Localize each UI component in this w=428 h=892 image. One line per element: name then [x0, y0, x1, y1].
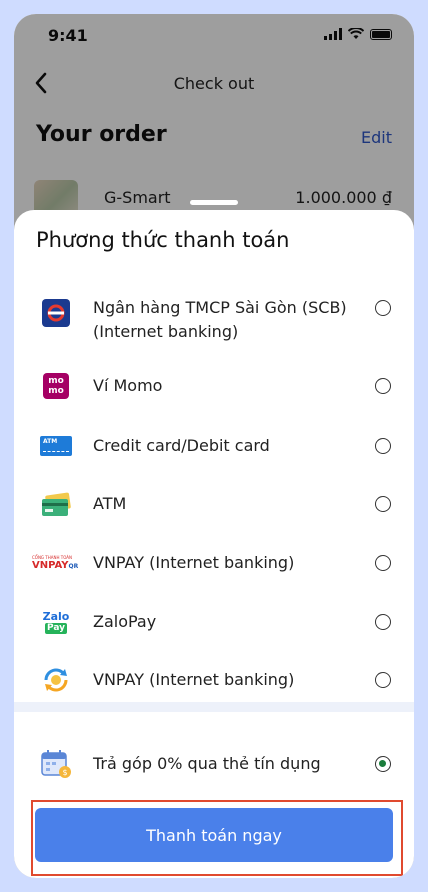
pay-now-button[interactable]: Thanh toán ngay — [35, 808, 393, 862]
payment-option-atm[interactable]: ATM — [14, 492, 414, 544]
section-divider — [14, 702, 414, 712]
payment-option-label: VNPAY (Internet banking) — [93, 670, 295, 689]
vnpay-icon: CỔNG THANH TOÁN VNPAYQR — [32, 545, 80, 581]
payment-option-vnpay-2[interactable]: VNPAY (Internet banking) — [14, 668, 414, 720]
svg-text:$: $ — [62, 768, 67, 777]
sheet-drag-handle[interactable] — [190, 200, 238, 205]
phone-screen: 9:41 Check out Your order Edit G-Smart 1… — [14, 14, 414, 878]
payment-option-label: ZaloPay — [93, 612, 157, 631]
payment-option-label: Ví Momo — [93, 376, 163, 395]
payment-option-radio[interactable] — [375, 496, 391, 512]
installment-option[interactable]: $ Trả góp 0% qua thẻ tín dụng — [14, 750, 414, 804]
payment-option-label: ATM — [93, 494, 127, 513]
zalopay-logo-top: Zalo — [42, 609, 70, 623]
payment-option-scb[interactable]: Ngân hàng TMCP Sài Gòn (SCB) (Internet b… — [14, 296, 414, 348]
installment-label: Trả góp 0% qua thẻ tín dụng — [93, 754, 321, 773]
installment-radio-selected[interactable] — [375, 756, 391, 772]
payment-option-radio[interactable] — [375, 614, 391, 630]
momo-icon: mo mo — [38, 368, 74, 404]
payment-option-radio[interactable] — [375, 378, 391, 394]
payment-option-credit-card[interactable]: ATM Credit card/Debit card — [14, 434, 414, 486]
payment-option-momo[interactable]: mo mo Ví Momo — [14, 373, 414, 426]
sheet-title: Phương thức thanh toán — [36, 228, 290, 252]
atm-card-icon — [38, 487, 74, 523]
credit-card-icon: ATM — [38, 428, 74, 464]
payment-option-vnpay[interactable]: CỔNG THANH TOÁN VNPAYQR VNPAY (Internet … — [14, 551, 414, 603]
zalopay-icon: Zalo Pay — [38, 604, 74, 640]
payment-option-label: Ngân hàng TMCP Sài Gòn (SCB) (Internet b… — [93, 298, 347, 341]
payment-option-radio[interactable] — [375, 438, 391, 454]
payment-option-zalopay[interactable]: Zalo Pay ZaloPay — [14, 610, 414, 662]
momo-logo-text: mo mo — [43, 373, 69, 399]
calendar-coin-icon: $ — [38, 746, 74, 782]
atm-chip-label: ATM — [43, 438, 58, 445]
payment-option-radio[interactable] — [375, 555, 391, 571]
vnpay-logo-text: VNPAY — [32, 559, 69, 571]
payment-option-radio[interactable] — [375, 300, 391, 316]
scb-bank-icon — [38, 295, 74, 331]
payment-method-sheet: Phương thức thanh toán Ngân hàng TMCP Sà… — [14, 210, 414, 878]
payment-option-label: Credit card/Debit card — [93, 436, 270, 455]
vnpay-exchange-icon — [38, 662, 74, 698]
payment-option-label: VNPAY (Internet banking) — [93, 553, 295, 572]
vnpay-logo-qr: QR — [68, 562, 79, 570]
zalopay-logo-bottom: Pay — [44, 622, 68, 634]
payment-option-radio[interactable] — [375, 672, 391, 688]
